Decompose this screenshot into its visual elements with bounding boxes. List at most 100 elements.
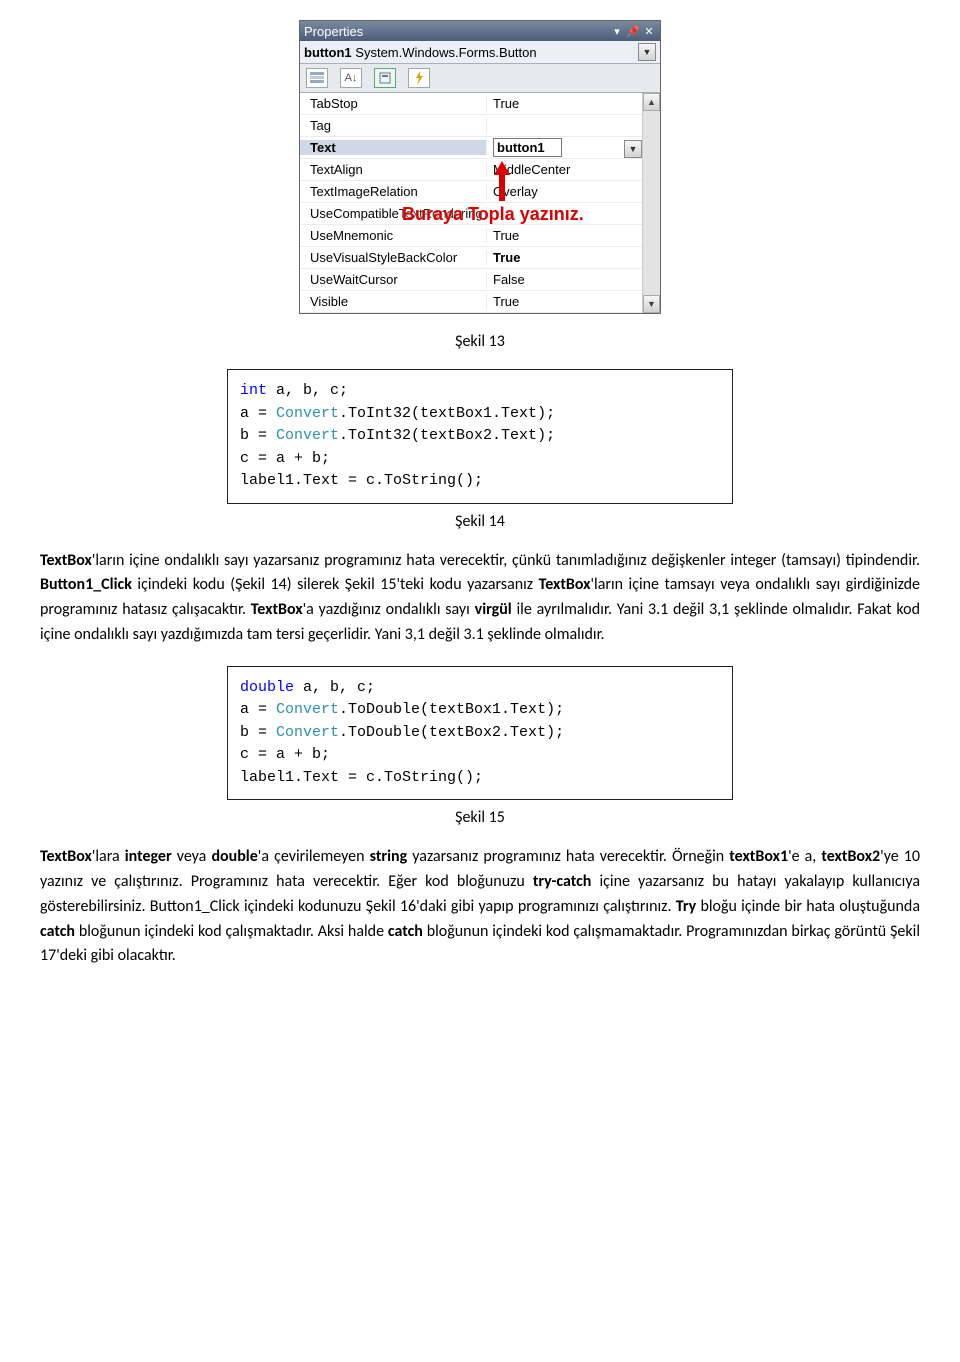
property-row[interactable]: UseWaitCursor False [300, 269, 660, 291]
property-row[interactable]: UseMnemonic True [300, 225, 660, 247]
text-bold: TextBox [251, 600, 303, 619]
code-token: Convert [276, 405, 339, 422]
property-row[interactable]: Visible True [300, 291, 660, 313]
panel-titlebar: Properties ▾ 📌 ✕ [300, 21, 660, 41]
property-name: UseCompatibleTextRendering [300, 206, 487, 221]
figure-caption-15: Şekil 15 [40, 808, 920, 827]
property-value[interactable]: Overlay [487, 184, 660, 199]
text-bold: try-catch [533, 872, 591, 891]
text: içindeki kodu (Şekil 14) silerek Şekil 1… [132, 575, 539, 594]
dropdown-icon[interactable]: ▼ [638, 43, 656, 61]
paragraph-2: TextBox'lara integer veya double'a çevir… [40, 845, 920, 969]
text-bold: catch [40, 922, 75, 941]
text: 'a yazdığınız ondalıklı sayı [303, 600, 475, 619]
property-name: Tag [300, 118, 487, 133]
code-token: .ToDouble(textBox1.Text); [339, 701, 564, 718]
properties-panel: Properties ▾ 📌 ✕ button1 System.Windows.… [299, 20, 661, 314]
code-token: label1.Text = c.ToString(); [240, 769, 483, 786]
property-name: UseMnemonic [300, 228, 487, 243]
text-bold: catch [388, 922, 423, 941]
code-token: c = a + b; [240, 450, 330, 467]
object-selector[interactable]: button1 System.Windows.Forms.Button ▼ [300, 41, 660, 64]
text: veya [172, 847, 212, 866]
categorized-icon[interactable] [306, 68, 328, 88]
text-bold: Button1_Click [40, 575, 132, 594]
property-value-text[interactable]: button1 [493, 138, 562, 157]
property-name: TextImageRelation [300, 184, 487, 199]
property-value[interactable]: False [487, 272, 660, 287]
object-name: button1 [304, 45, 352, 60]
property-row[interactable]: TextAlign MiddleCenter [300, 159, 660, 181]
figure-caption-14: Şekil 14 [40, 512, 920, 531]
properties-grid: TabStop True Tag Text button1 ▼ TextAlig… [300, 93, 660, 313]
code-block-2: double a, b, c; a = Convert.ToDouble(tex… [227, 666, 733, 801]
text-bold: double [211, 847, 257, 866]
text-bold: Try [676, 897, 696, 916]
code-token: a, b, c; [267, 382, 348, 399]
text-bold: virgül [475, 600, 512, 619]
text: 'a çevirilemeyen [258, 847, 370, 866]
property-name: Visible [300, 294, 487, 309]
events-icon[interactable] [408, 68, 430, 88]
text: bloğu içinde bir hata oluştuğunda [696, 897, 920, 916]
text: 'ların içine ondalıklı sayı yazarsanız p… [92, 551, 920, 570]
property-row[interactable]: UseVisualStyleBackColor True [300, 247, 660, 269]
scroll-up-icon[interactable]: ▲ [643, 93, 660, 111]
scrollbar[interactable]: ▲ ▼ [642, 93, 660, 313]
code-token: label1.Text = c.ToString(); [240, 472, 483, 489]
text-bold: TextBox [40, 551, 92, 570]
code-token: .ToInt32(textBox2.Text); [339, 427, 555, 444]
property-value[interactable]: True [487, 294, 660, 309]
text: bloğunun içindeki kod çalışmaktadır. Aks… [75, 922, 388, 941]
property-value[interactable]: True [487, 228, 660, 243]
code-token: Convert [276, 701, 339, 718]
alphabetical-icon[interactable]: A↓ [340, 68, 362, 88]
code-token: .ToDouble(textBox2.Text); [339, 724, 564, 741]
code-token: double [240, 679, 294, 696]
code-token: c = a + b; [240, 746, 330, 763]
property-value[interactable]: True [487, 96, 660, 111]
property-value[interactable]: MiddleCenter [487, 162, 660, 177]
text-bold: TextBox [40, 847, 92, 866]
property-name: UseVisualStyleBackColor [300, 250, 487, 265]
text: 'lara [92, 847, 125, 866]
autohide-icon[interactable]: ▾ [610, 25, 624, 37]
text-bold: textBox1 [729, 847, 788, 866]
property-row[interactable]: UseCompatibleTextRendering [300, 203, 660, 225]
property-value[interactable]: button1 ▼ [487, 138, 660, 157]
panel-title: Properties [304, 24, 363, 39]
dropdown-icon[interactable]: ▼ [624, 140, 642, 158]
code-token: Convert [276, 724, 339, 741]
property-row[interactable]: TextImageRelation Overlay [300, 181, 660, 203]
object-type: System.Windows.Forms.Button [355, 45, 536, 60]
code-token: .ToInt32(textBox1.Text); [339, 405, 555, 422]
paragraph-1: TextBox'ların içine ondalıklı sayı yazar… [40, 549, 920, 648]
property-row[interactable]: TabStop True [300, 93, 660, 115]
scroll-down-icon[interactable]: ▼ [643, 295, 660, 313]
code-token: b = [240, 724, 276, 741]
property-name: TabStop [300, 96, 487, 111]
code-block-1: int a, b, c; a = Convert.ToInt32(textBox… [227, 369, 733, 504]
property-name: TextAlign [300, 162, 487, 177]
properties-icon[interactable] [374, 68, 396, 88]
properties-toolbar: A↓ [300, 64, 660, 93]
property-value[interactable]: True [487, 250, 660, 265]
code-token: a = [240, 701, 276, 718]
property-name: Text [300, 140, 487, 155]
code-token: a, b, c; [294, 679, 375, 696]
text-bold: string [370, 847, 408, 866]
text-bold: TextBox [539, 575, 591, 594]
text-bold: textBox2 [821, 847, 880, 866]
text: 'e a, [788, 847, 821, 866]
text: yazarsanız programınız hata verecektir. … [407, 847, 729, 866]
code-token: b = [240, 427, 276, 444]
figure-caption-13: Şekil 13 [40, 332, 920, 351]
text-bold: integer [125, 847, 172, 866]
property-row-text[interactable]: Text button1 ▼ [300, 137, 660, 159]
code-token: Convert [276, 427, 339, 444]
close-icon[interactable]: ✕ [642, 25, 656, 37]
property-name: UseWaitCursor [300, 272, 487, 287]
code-token: int [240, 382, 267, 399]
pin-icon[interactable]: 📌 [626, 25, 640, 37]
property-row[interactable]: Tag [300, 115, 660, 137]
